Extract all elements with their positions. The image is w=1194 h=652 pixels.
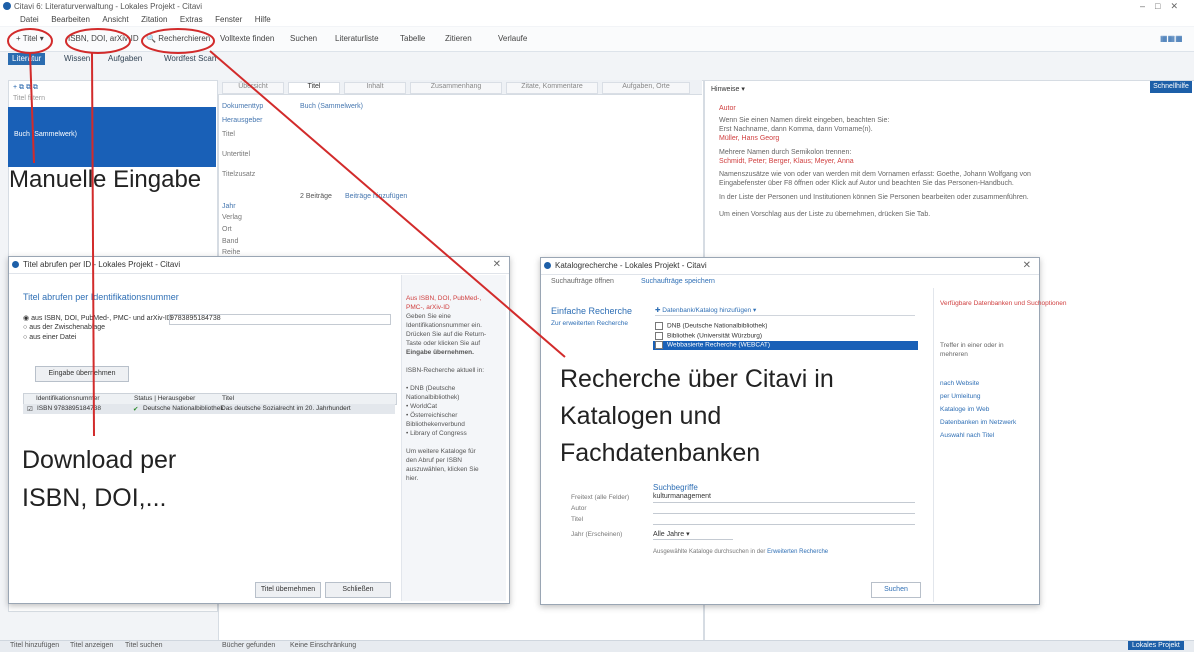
arrow-recherche bbox=[209, 50, 566, 358]
annotation-recherche-line1: Recherche über Citavi in bbox=[556, 365, 838, 394]
isbn-highlight-ring bbox=[65, 28, 131, 54]
arrow-download bbox=[91, 52, 95, 437]
annotation-download-line1: Download per bbox=[22, 446, 177, 474]
titel-highlight-ring bbox=[7, 28, 53, 54]
annotation-manuelle-eingabe: Manuelle Eingabe bbox=[9, 166, 202, 193]
annotation-recherche-line3: Fachdatenbanken bbox=[556, 439, 765, 468]
annotation-download-line2: ISBN, DOI,... bbox=[22, 484, 167, 512]
annotation-overlay bbox=[7, 28, 566, 437]
recherche-highlight-ring bbox=[141, 28, 215, 54]
annotation-recherche-line2: Katalogen und bbox=[556, 402, 726, 431]
arrow-manuell bbox=[29, 52, 35, 164]
